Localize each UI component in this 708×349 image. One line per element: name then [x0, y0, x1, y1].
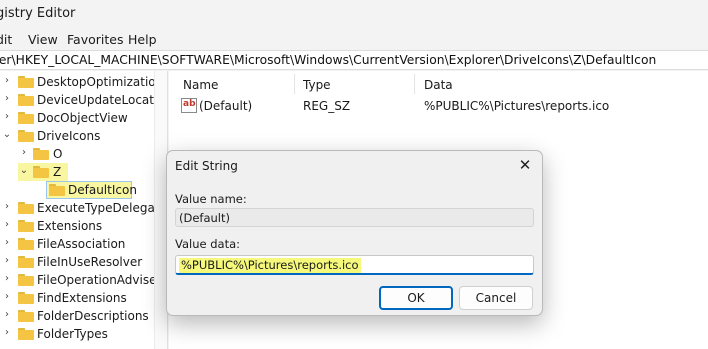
value-data-cell[interactable]: %PUBLIC%\Pictures\reports.ico — [424, 99, 609, 113]
folder-icon — [18, 202, 34, 214]
chevron-down-icon[interactable]: ⌄ — [19, 165, 29, 177]
column-header-name[interactable]: Name — [183, 78, 218, 92]
chevron-right-icon[interactable]: › — [2, 93, 12, 105]
folder-icon — [18, 328, 34, 340]
folder-open-icon — [33, 166, 49, 178]
tree-item-label: Extensions — [37, 219, 103, 233]
address-path[interactable]: ter\HKEY_LOCAL_MACHINE\SOFTWARE\Microsof… — [0, 53, 656, 67]
folder-icon — [18, 76, 34, 88]
folder-icon — [33, 148, 49, 160]
chevron-right-icon[interactable]: › — [2, 219, 12, 231]
menu-bar: dit View Favorites Help — [0, 28, 708, 50]
address-bar[interactable]: ter\HKEY_LOCAL_MACHINE\SOFTWARE\Microsof… — [0, 50, 708, 70]
menu-edit[interactable]: dit — [0, 32, 12, 47]
chevron-right-icon[interactable]: › — [2, 237, 12, 249]
folder-icon — [18, 112, 34, 124]
dialog-title: Edit String — [175, 159, 238, 173]
folder-icon — [18, 274, 34, 286]
tree-item-label: FolderTypes — [37, 327, 108, 341]
chevron-right-icon[interactable]: › — [19, 147, 29, 159]
value-name-field: (Default) — [175, 208, 534, 227]
tree-item-fileassociation[interactable]: › FileAssociation — [0, 235, 154, 253]
tree-item-label: Z — [53, 165, 62, 179]
column-divider[interactable] — [414, 74, 415, 94]
tree-item-label: FileAssociation — [37, 237, 126, 251]
chevron-right-icon[interactable]: › — [2, 291, 12, 303]
tree-item-findextensions[interactable]: › FindExtensions — [0, 289, 154, 307]
value-name-label: Value name: — [175, 192, 247, 206]
edit-string-dialog: Edit String ✕ Value name: (Default) Valu… — [166, 150, 543, 316]
ok-button[interactable]: OK — [379, 286, 453, 310]
tree-item-label: FolderDescriptions — [37, 309, 149, 323]
tree-item-driveicons[interactable]: ⌄ DriveIcons — [0, 127, 154, 145]
chevron-down-icon[interactable]: ⌄ — [2, 129, 12, 141]
chevron-right-icon[interactable]: › — [2, 75, 12, 87]
chevron-right-icon[interactable]: › — [2, 273, 12, 285]
tree-item-label: ExecuteTypeDelegates — [37, 201, 168, 215]
chevron-right-icon[interactable]: › — [2, 201, 12, 213]
folder-icon — [18, 220, 34, 232]
key-tree[interactable]: › DesktopOptimization › DeviceUpdateLoca… — [0, 71, 168, 349]
menu-view[interactable]: View — [28, 32, 58, 47]
chevron-right-icon[interactable]: › — [2, 327, 12, 339]
value-name-cell[interactable]: (Default) — [199, 99, 252, 113]
tree-item-label: DeviceUpdateLocation — [37, 93, 168, 107]
tree-item-fileoperationadvisesinks[interactable]: › FileOperationAdviseSi — [0, 271, 154, 289]
close-icon[interactable]: ✕ — [511, 154, 539, 176]
tree-item-label: DefaultIcon — [68, 183, 137, 197]
folder-icon — [18, 238, 34, 250]
window-title: gistry Editor — [0, 6, 76, 21]
tree-item-desktopoptimization[interactable]: › DesktopOptimization — [0, 73, 163, 91]
tree-item-executetypedelegates[interactable]: › ExecuteTypeDelegates — [0, 199, 167, 217]
folder-icon — [18, 256, 34, 268]
cancel-button[interactable]: Cancel — [459, 286, 533, 310]
column-header-data[interactable]: Data — [424, 78, 453, 92]
reg-string-icon: ab — [181, 98, 197, 113]
tree-item-extensions[interactable]: › Extensions — [0, 217, 154, 235]
value-type-cell[interactable]: REG_SZ — [303, 99, 350, 113]
tree-item-label: DesktopOptimization — [37, 75, 164, 89]
column-divider[interactable] — [294, 74, 295, 94]
tree-item-label: DocObjectView — [37, 111, 128, 125]
tree-item-foldertypes[interactable]: › FolderTypes — [0, 325, 154, 343]
folder-icon — [18, 94, 34, 106]
tree-item-z[interactable]: ⌄ Z — [18, 163, 68, 181]
chevron-right-icon[interactable]: › — [2, 309, 12, 321]
value-data-input[interactable]: %PUBLIC%\Pictures\reports.ico — [175, 255, 534, 275]
column-header-type[interactable]: Type — [303, 78, 331, 92]
tree-item-label: O — [53, 147, 63, 161]
value-data-label: Value data: — [175, 237, 241, 251]
folder-icon — [18, 292, 34, 304]
menu-favorites[interactable]: Favorites — [67, 32, 123, 47]
tree-item-folderdescriptions[interactable]: › FolderDescriptions — [0, 307, 154, 325]
tree-item-label: DriveIcons — [37, 129, 101, 143]
tree-item-o[interactable]: › O — [0, 145, 154, 163]
title-bar: gistry Editor — [0, 0, 708, 28]
chevron-right-icon[interactable]: › — [2, 111, 12, 123]
tree-item-deviceupdatelocation[interactable]: › DeviceUpdateLocation — [0, 91, 167, 109]
tree-item-label: FileInUseResolver — [37, 255, 143, 269]
tree-item-label: FindExtensions — [37, 291, 127, 305]
tree-item-fileinuseresolver[interactable]: › FileInUseResolver — [0, 253, 154, 271]
tree-item-defaulticon[interactable]: DefaultIcon — [46, 181, 137, 199]
chevron-right-icon[interactable]: › — [2, 255, 12, 267]
folder-icon — [49, 184, 65, 196]
tree-item-label: FileOperationAdviseSi — [37, 273, 154, 287]
folder-icon — [18, 310, 34, 322]
menu-help[interactable]: Help — [128, 32, 157, 47]
folder-open-icon — [18, 130, 34, 142]
tree-item-docobjectview[interactable]: › DocObjectView — [0, 109, 154, 127]
value-data-text[interactable]: %PUBLIC%\Pictures\reports.ico — [179, 258, 361, 273]
